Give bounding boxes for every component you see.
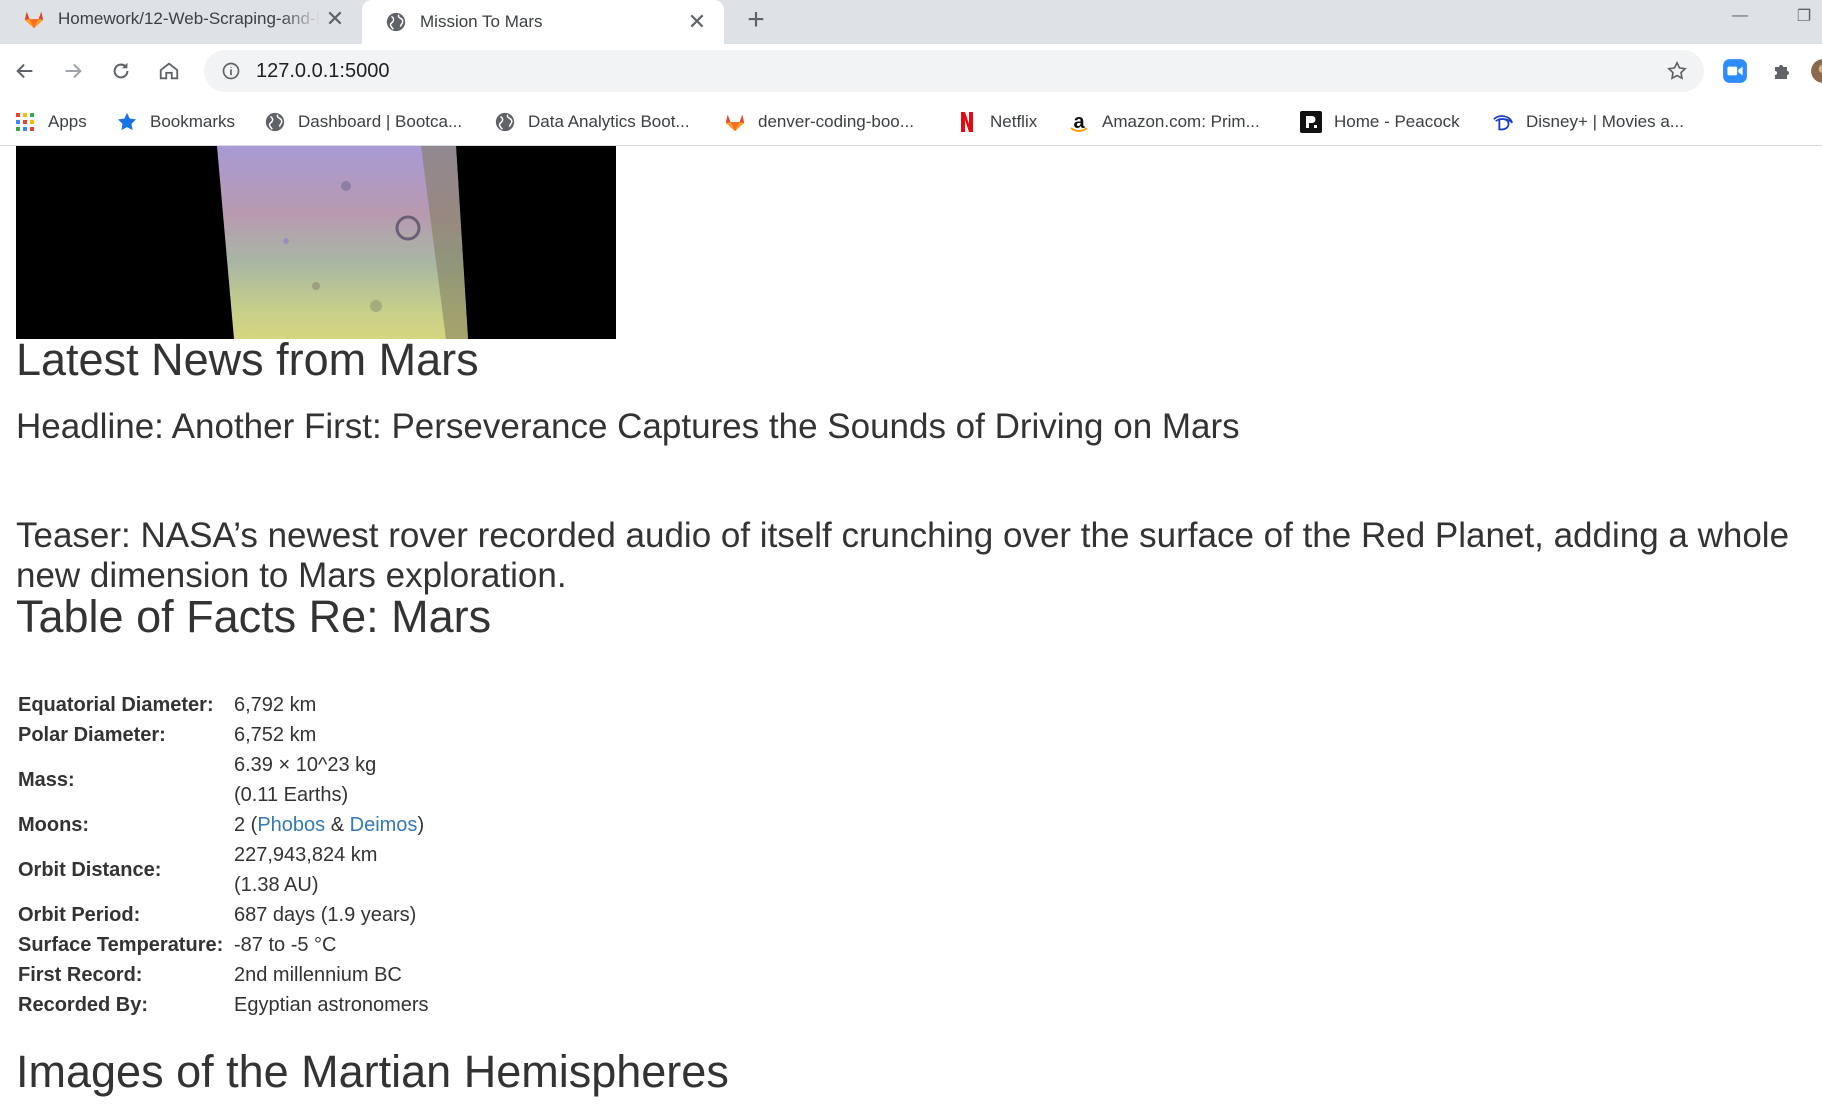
restore-icon[interactable]: ❐ <box>1786 0 1822 32</box>
amazon-icon: a <box>1068 111 1090 133</box>
gitlab-icon <box>724 111 746 133</box>
bookmark-denver-coding[interactable]: denver-coding-boo... <box>724 106 914 138</box>
bookmark-label: Disney+ | Movies a... <box>1526 112 1684 131</box>
bookmark-label: Bookmarks <box>150 112 236 131</box>
facts-table: Equatorial Diameter: 6,792 km Polar Diam… <box>16 690 431 1020</box>
fact-key: Orbit Distance: <box>18 859 162 881</box>
bookmark-peacock[interactable]: Home - Peacock <box>1300 106 1460 138</box>
fact-value: -87 to -5 °C <box>234 934 337 956</box>
tab-homework[interactable]: Homework/12-Web-Scraping-and-Document-Da… <box>0 0 362 38</box>
fact-key: Mass: <box>18 769 75 791</box>
bookmark-label: Apps <box>48 112 87 131</box>
apps-grid-icon <box>14 111 36 133</box>
table-row: Recorded By: Egyptian astronomers <box>16 990 431 1020</box>
back-icon[interactable] <box>6 52 44 90</box>
fact-value-mid: & <box>325 814 350 836</box>
bookmark-label: Netflix <box>990 112 1038 131</box>
address-bar[interactable]: 127.0.0.1:5000 <box>204 50 1704 92</box>
fact-value: 6,792 km <box>234 694 317 716</box>
fact-value-line: (0.11 Earths) <box>234 784 349 806</box>
deimos-link[interactable]: Deimos <box>350 814 418 836</box>
globe-icon <box>494 111 516 133</box>
table-row: Mass: 6.39 × 10^23 kg (0.11 Earths) <box>16 750 431 810</box>
forward-icon[interactable] <box>54 52 92 90</box>
close-icon[interactable]: ✕ <box>682 7 712 37</box>
home-icon[interactable] <box>150 52 188 90</box>
star-icon <box>116 111 138 133</box>
news-heading: Latest News from Mars <box>16 334 479 385</box>
bookmark-data-analytics[interactable]: Data Analytics Boot... <box>494 106 690 138</box>
table-row: First Record: 2nd millennium BC <box>16 960 431 990</box>
fact-value: 227,943,824 km (1.38 AU) <box>232 840 431 900</box>
fact-value: 6.39 × 10^23 kg (0.11 Earths) <box>232 750 431 810</box>
fact-key: Recorded By: <box>18 994 149 1016</box>
bookmark-netflix[interactable]: Netflix <box>956 106 1037 138</box>
news-headline: Headline: Another First: Perseverance Ca… <box>16 407 1240 446</box>
close-icon[interactable]: ✕ <box>320 4 350 34</box>
fact-key: Moons: <box>18 814 90 836</box>
tab-mission-to-mars[interactable]: Mission To Mars ✕ <box>362 0 724 44</box>
fact-value-line: 227,943,824 km <box>234 844 378 866</box>
zoom-extension-icon[interactable] <box>1720 56 1750 86</box>
featured-mars-image <box>16 146 616 339</box>
fact-key: Surface Temperature: <box>18 934 224 956</box>
disney-icon <box>1492 111 1514 133</box>
fact-value: 2nd millennium BC <box>234 964 402 986</box>
bookmark-amazon[interactable]: a Amazon.com: Prim... <box>1068 106 1260 138</box>
fact-key: Orbit Period: <box>18 904 141 926</box>
tab-title: Mission To Mars <box>420 12 543 31</box>
extensions-puzzle-icon[interactable] <box>1768 56 1798 86</box>
fact-value-line: (1.38 AU) <box>234 874 319 896</box>
fact-key: Equatorial Diameter: <box>18 694 214 716</box>
avatar[interactable] <box>1808 56 1822 86</box>
netflix-icon <box>956 111 978 133</box>
bookmarks-bar: Apps Bookmarks Dashboard | Bootca... Dat… <box>0 98 1822 146</box>
facts-heading: Table of Facts Re: Mars <box>16 591 492 642</box>
fact-value: Egyptian astronomers <box>234 994 429 1016</box>
fact-value: 6,752 km <box>234 724 317 746</box>
bookmark-label: Data Analytics Boot... <box>528 112 690 131</box>
fact-key: First Record: <box>18 964 143 986</box>
new-tab-button[interactable]: + <box>738 2 774 38</box>
bookmark-dashboard[interactable]: Dashboard | Bootca... <box>264 106 462 138</box>
peacock-icon <box>1300 111 1322 133</box>
news-teaser: Teaser: NASA’s newest rover recorded aud… <box>16 516 1790 595</box>
tab-title: Homework/12-Web-Scraping-and-Document-Da… <box>58 9 320 28</box>
table-row: Moons: 2 (Phobos & Deimos) <box>16 810 431 840</box>
table-row: Orbit Distance: 227,943,824 km (1.38 AU) <box>16 840 431 900</box>
bookmark-disney[interactable]: Disney+ | Movies a... <box>1492 106 1684 138</box>
bookmark-label: Home - Peacock <box>1334 112 1460 131</box>
fact-value-suffix: ) <box>417 814 425 836</box>
gitlab-icon <box>22 7 46 31</box>
page-content: Latest News from Mars Headline: Another … <box>0 146 1822 1117</box>
globe-icon <box>264 111 286 133</box>
info-icon[interactable] <box>218 58 244 84</box>
table-row: Equatorial Diameter: 6,792 km <box>16 690 431 720</box>
tab-strip: Homework/12-Web-Scraping-and-Document-Da… <box>0 0 1822 44</box>
url-text: 127.0.0.1:5000 <box>256 59 390 82</box>
bookmark-star-icon[interactable] <box>1664 58 1690 84</box>
reload-icon[interactable] <box>102 52 140 90</box>
bookmark-label: Dashboard | Bootca... <box>298 112 463 131</box>
phobos-link[interactable]: Phobos <box>257 814 325 836</box>
minimize-icon[interactable]: — <box>1722 0 1758 32</box>
fact-value: 2 (Phobos & Deimos) <box>232 810 431 840</box>
bookmark-apps[interactable]: Apps <box>14 106 87 138</box>
globe-icon <box>384 10 408 34</box>
browser-toolbar: 127.0.0.1:5000 <box>0 44 1822 98</box>
table-row: Polar Diameter: 6,752 km <box>16 720 431 750</box>
fact-value-prefix: 2 ( <box>234 814 258 836</box>
fact-key: Polar Diameter: <box>18 724 166 746</box>
bookmark-bookmarks[interactable]: Bookmarks <box>116 106 235 138</box>
hemispheres-heading: Images of the Martian Hemispheres <box>16 1046 729 1097</box>
fact-value-line: 6.39 × 10^23 kg <box>234 754 377 776</box>
bookmark-label: Amazon.com: Prim... <box>1102 112 1260 131</box>
table-row: Surface Temperature: -87 to -5 °C <box>16 930 431 960</box>
table-row: Orbit Period: 687 days (1.9 years) <box>16 900 431 930</box>
fact-value: 687 days (1.9 years) <box>234 904 417 926</box>
bookmark-label: denver-coding-boo... <box>758 112 914 131</box>
